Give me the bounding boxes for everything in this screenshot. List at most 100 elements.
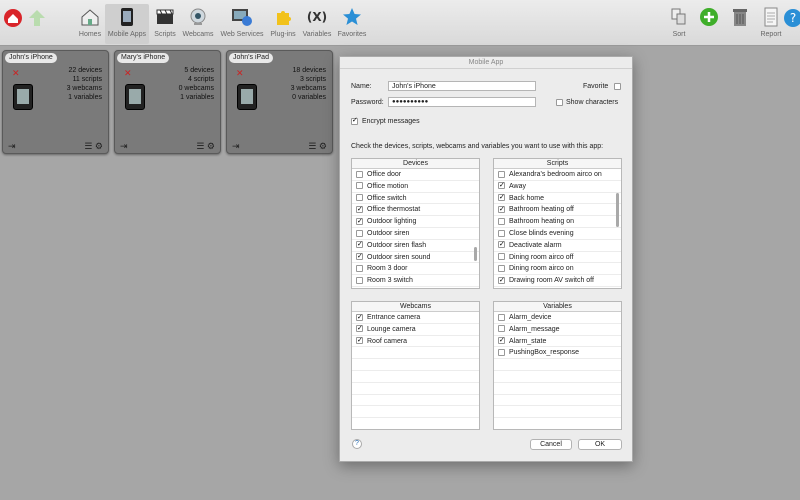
add-button[interactable] [698, 4, 720, 44]
item-checkbox[interactable] [356, 240, 363, 251]
list-item[interactable]: Alarm_state [494, 336, 621, 348]
list-item[interactable]: Room 3 door [352, 263, 479, 276]
item-checkbox[interactable] [498, 181, 505, 192]
list-item[interactable]: Drawing room AV switch off [494, 275, 621, 287]
list-item[interactable]: Close blinds evening [494, 228, 621, 240]
item-checkbox[interactable] [356, 312, 363, 323]
encrypt-checkbox[interactable] [351, 116, 358, 125]
list-item[interactable]: Outdoor lighting [352, 216, 479, 228]
item-checkbox[interactable] [498, 336, 505, 346]
login-icon[interactable]: ⇥ [8, 141, 16, 152]
list-item[interactable]: Outdoor siren flash [352, 240, 479, 252]
toolbar-webcams[interactable]: Webcams [181, 4, 215, 44]
favorite-checkbox[interactable] [614, 83, 621, 90]
item-checkbox[interactable] [356, 204, 363, 215]
list-item[interactable]: Bathroom heating on [494, 216, 621, 228]
mobile-app-card[interactable]: Mary's iPhone ✕ 5 devices 4 scripts 0 we… [114, 50, 221, 154]
list-icon[interactable]: ☰ [196, 141, 204, 151]
item-checkbox[interactable] [356, 182, 363, 190]
list-item[interactable]: Bathroom heating off [494, 204, 621, 217]
list-item[interactable]: Entrance camera [352, 312, 479, 324]
item-checkbox[interactable] [498, 349, 505, 357]
gear-icon[interactable]: ⚙ [207, 141, 215, 151]
up-button[interactable] [26, 5, 48, 45]
toolbar-mobile-apps[interactable]: Mobile Apps [105, 4, 149, 44]
list-item[interactable]: Office switch [352, 193, 479, 205]
item-label: Dining room airco off [509, 253, 574, 261]
list-item[interactable]: Office thermostat [352, 204, 479, 217]
item-checkbox[interactable] [498, 217, 505, 225]
devices-list[interactable]: Devices Office door Office motion Office s… [351, 158, 480, 289]
webcams-list[interactable]: Webcams Entrance camera Lounge camera Roof… [351, 301, 480, 430]
item-checkbox[interactable] [356, 252, 363, 262]
login-icon[interactable]: ⇥ [120, 141, 128, 152]
ok-button[interactable]: OK [578, 439, 622, 450]
toolbar-report[interactable]: Report [758, 4, 784, 44]
item-checkbox[interactable] [498, 253, 505, 261]
item-checkbox[interactable] [498, 229, 505, 237]
password-field[interactable]: ●●●●●●●●●● [388, 97, 536, 107]
toolbar-variables[interactable]: (X) Variables [300, 4, 334, 44]
list-item[interactable]: Outdoor siren [352, 228, 479, 240]
item-checkbox[interactable] [356, 336, 363, 346]
list-item[interactable]: Outdoor siren sound [352, 252, 479, 264]
list-item[interactable]: PushingBox_response [494, 347, 621, 360]
toolbar-sort[interactable]: Sort [668, 4, 690, 44]
name-field[interactable]: John's iPhone [388, 81, 536, 91]
list-item[interactable]: Alarm_device [494, 312, 621, 324]
list-icon[interactable]: ☰ [308, 141, 316, 151]
list-item[interactable]: Away [494, 181, 621, 193]
list-icon[interactable]: ☰ [84, 141, 92, 151]
home-red-button[interactable] [2, 5, 24, 45]
gear-icon[interactable]: ⚙ [319, 141, 327, 151]
mobile-app-card[interactable]: John's iPad ✕ 18 devices 3 scripts 3 web… [226, 50, 333, 154]
item-checkbox[interactable] [356, 265, 363, 273]
list-item[interactable]: Office door [352, 169, 479, 181]
item-label: Alarm_device [509, 314, 552, 321]
list-item[interactable]: Lounge camera [352, 324, 479, 336]
item-checkbox[interactable] [498, 240, 505, 251]
list-item[interactable]: Alarm_message [494, 324, 621, 336]
list-item[interactable]: Dining room airco off [494, 252, 621, 264]
toolbar-favorites[interactable]: Favorites [336, 4, 368, 44]
login-icon[interactable]: ⇥ [232, 141, 240, 152]
list-item[interactable]: Roof camera [352, 336, 479, 348]
item-checkbox[interactable] [356, 216, 363, 227]
list-item[interactable]: Room 3 switch [352, 275, 479, 287]
item-checkbox[interactable] [356, 229, 363, 237]
variables-list[interactable]: Variables Alarm_device Alarm_message Alarm… [493, 301, 622, 430]
item-checkbox[interactable] [498, 313, 505, 321]
toolbar-plug-ins[interactable]: Plug-ins [268, 4, 298, 44]
delete-button[interactable] [729, 4, 751, 44]
item-checkbox[interactable] [498, 204, 505, 215]
toolbar-scripts[interactable]: Scripts [152, 4, 178, 44]
list-item[interactable]: Back home [494, 193, 621, 205]
item-checkbox[interactable] [498, 265, 505, 273]
variable-count: 1 variables [68, 94, 102, 101]
show-characters-checkbox[interactable] [556, 99, 563, 106]
item-checkbox[interactable] [498, 325, 505, 333]
item-label: PushingBox_response [509, 349, 580, 357]
help-toolbar-button[interactable]: ? [783, 5, 800, 45]
help-button[interactable]: ? [352, 439, 362, 449]
list-item[interactable]: Alexandra's bedroom airco on [494, 169, 621, 181]
scripts-list[interactable]: Scripts Alexandra's bedroom airco on Away… [493, 158, 622, 289]
item-checkbox[interactable] [498, 170, 505, 178]
scripts-scrollbar[interactable] [616, 193, 619, 227]
app-name: John's iPhone [5, 53, 57, 63]
item-checkbox[interactable] [356, 170, 363, 178]
toolbar-web-services[interactable]: Web Services [218, 4, 266, 44]
gear-icon[interactable]: ⚙ [95, 141, 103, 151]
cancel-button[interactable]: Cancel [530, 439, 572, 450]
item-checkbox[interactable] [498, 193, 505, 203]
list-item[interactable]: Deactivate alarm [494, 240, 621, 252]
toolbar-homes[interactable]: Homes [76, 4, 104, 44]
mobile-app-card[interactable]: John's iPhone ✕ 22 devices 11 scripts 3 … [2, 50, 109, 154]
list-item[interactable]: Dining room airco on [494, 263, 621, 276]
item-checkbox[interactable] [356, 276, 363, 284]
item-checkbox[interactable] [356, 324, 363, 335]
item-checkbox[interactable] [498, 275, 505, 286]
item-checkbox[interactable] [356, 194, 363, 202]
devices-scrollbar[interactable] [474, 247, 477, 261]
list-item[interactable]: Office motion [352, 181, 479, 193]
